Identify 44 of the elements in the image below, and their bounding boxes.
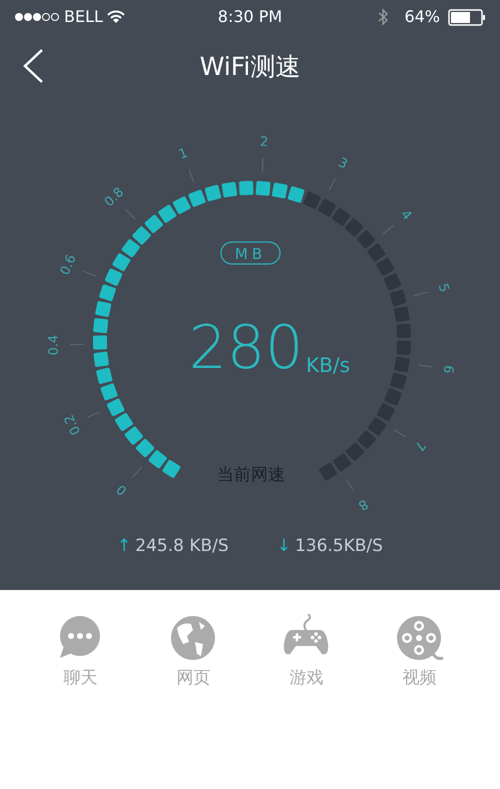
- scale-label: 6: [440, 364, 456, 374]
- scale-label: 0.6: [58, 252, 80, 278]
- speed-value: 280: [188, 313, 304, 383]
- scale-label: 0.8: [102, 185, 128, 210]
- category-label[interactable]: 视频: [402, 666, 436, 692]
- battery-icon: [448, 8, 486, 26]
- speed-unit: KB/s: [306, 353, 350, 377]
- scale-label: 0.2: [62, 412, 84, 438]
- category-label[interactable]: 网页: [176, 666, 210, 692]
- tick-mark: [394, 429, 406, 438]
- unit-label: MB: [220, 241, 281, 265]
- carrier-name: BELL: [64, 6, 103, 28]
- speed-reading: 136.5KB/S: [294, 535, 383, 558]
- scale-label: 0: [114, 481, 130, 498]
- direction-arrow: ↑: [117, 535, 132, 558]
- back-icon[interactable]: [22, 48, 44, 84]
- wifi-icon: [106, 10, 125, 24]
- tick-mark: [345, 478, 354, 492]
- tick-mark: [414, 292, 428, 296]
- tick-mark: [86, 411, 101, 418]
- tick-mark: [132, 466, 142, 478]
- scale-label: 1: [177, 146, 190, 163]
- direction-arrow: ↓: [276, 535, 291, 558]
- status-time: 8:30 PM: [218, 6, 282, 28]
- speed-reading: 245.8 KB/S: [135, 535, 229, 558]
- tick-mark: [83, 270, 97, 277]
- tick-mark: [382, 224, 394, 235]
- tick-mark: [328, 178, 336, 192]
- tick-mark: [125, 208, 136, 220]
- page-title: WiFi测速: [200, 51, 300, 84]
- film-reel-icon[interactable]: [394, 614, 444, 662]
- signal-icon: [14, 12, 60, 22]
- category-label[interactable]: 聊天: [64, 666, 98, 692]
- tick-mark: [188, 168, 194, 183]
- scale-label: 7: [410, 438, 428, 454]
- category-label[interactable]: 游戏: [290, 666, 324, 692]
- scale-label: 5: [434, 282, 452, 294]
- scale-label: 4: [397, 207, 414, 224]
- scale-label: 8: [355, 496, 370, 513]
- bluetooth-icon: [378, 8, 388, 26]
- battery-percent: 64%: [404, 6, 440, 28]
- scale-label: 3: [336, 155, 350, 173]
- scale-label: 2: [260, 134, 269, 150]
- scale-label: 0.4: [46, 334, 62, 356]
